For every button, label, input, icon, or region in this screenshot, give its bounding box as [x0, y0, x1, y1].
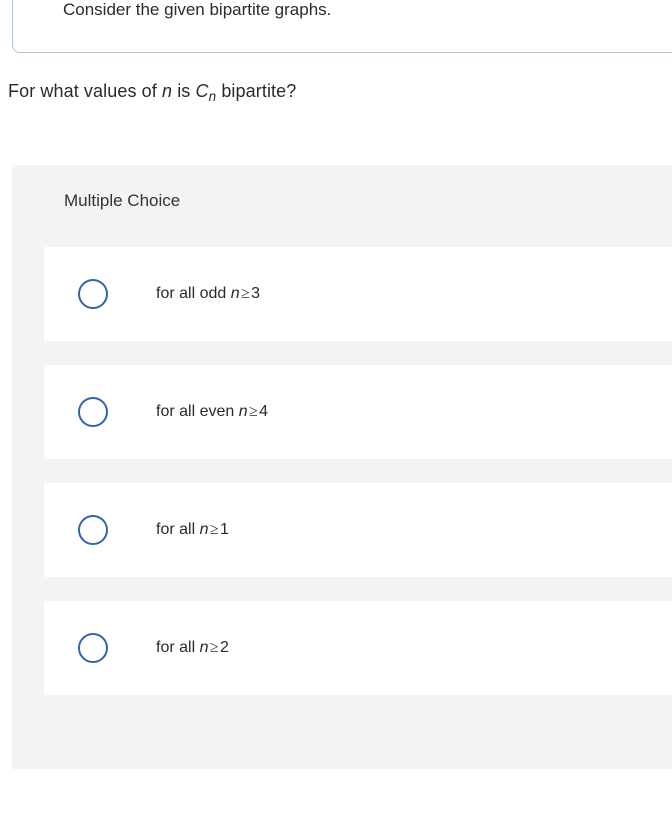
- option-2-var: n: [239, 403, 248, 420]
- option-3-label: for all n ≥ 1: [156, 521, 229, 539]
- radio-icon[interactable]: [78, 279, 108, 309]
- option-4-var: n: [200, 639, 209, 656]
- option-3[interactable]: for all n ≥ 1: [44, 483, 672, 577]
- prompt-text: Consider the given bipartite graphs.: [63, 0, 331, 19]
- question-suffix: bipartite?: [216, 81, 296, 101]
- option-3-var: n: [200, 521, 209, 538]
- radio-icon[interactable]: [78, 633, 108, 663]
- option-3-num: 1: [220, 521, 229, 538]
- option-3-op: ≥: [210, 521, 219, 538]
- option-2-num: 4: [259, 403, 268, 420]
- radio-icon[interactable]: [78, 515, 108, 545]
- prompt-box: Consider the given bipartite graphs.: [12, 0, 672, 53]
- option-2-op: ≥: [249, 403, 258, 420]
- option-4-op: ≥: [210, 639, 219, 656]
- option-4-label: for all n ≥ 2: [156, 639, 229, 657]
- multiple-choice-container: Multiple Choice for all odd n ≥ 3 for al…: [12, 165, 672, 769]
- mc-header: Multiple Choice: [12, 165, 672, 237]
- option-1-num: 3: [251, 285, 260, 302]
- option-1-var: n: [231, 285, 240, 302]
- option-2[interactable]: for all even n ≥ 4: [44, 365, 672, 459]
- question-sym-base: C: [196, 81, 209, 101]
- radio-icon[interactable]: [78, 397, 108, 427]
- options-list: for all odd n ≥ 3 for all even n ≥ 4 for…: [12, 237, 672, 695]
- option-4-num: 2: [220, 639, 229, 656]
- option-1[interactable]: for all odd n ≥ 3: [44, 247, 672, 341]
- question-text: For what values of n is Cn bipartite?: [0, 53, 672, 105]
- option-4[interactable]: for all n ≥ 2: [44, 601, 672, 695]
- option-3-prefix: for all: [156, 521, 200, 538]
- option-4-prefix: for all: [156, 639, 200, 656]
- option-1-label: for all odd n ≥ 3: [156, 285, 260, 303]
- option-2-label: for all even n ≥ 4: [156, 403, 268, 421]
- question-prefix: For what values of: [8, 81, 162, 101]
- option-1-op: ≥: [241, 285, 250, 302]
- option-2-prefix: for all even: [156, 403, 239, 420]
- option-1-prefix: for all odd: [156, 285, 231, 302]
- question-sym-sub: n: [209, 89, 217, 104]
- question-mid: is: [172, 81, 195, 101]
- question-var: n: [162, 81, 172, 101]
